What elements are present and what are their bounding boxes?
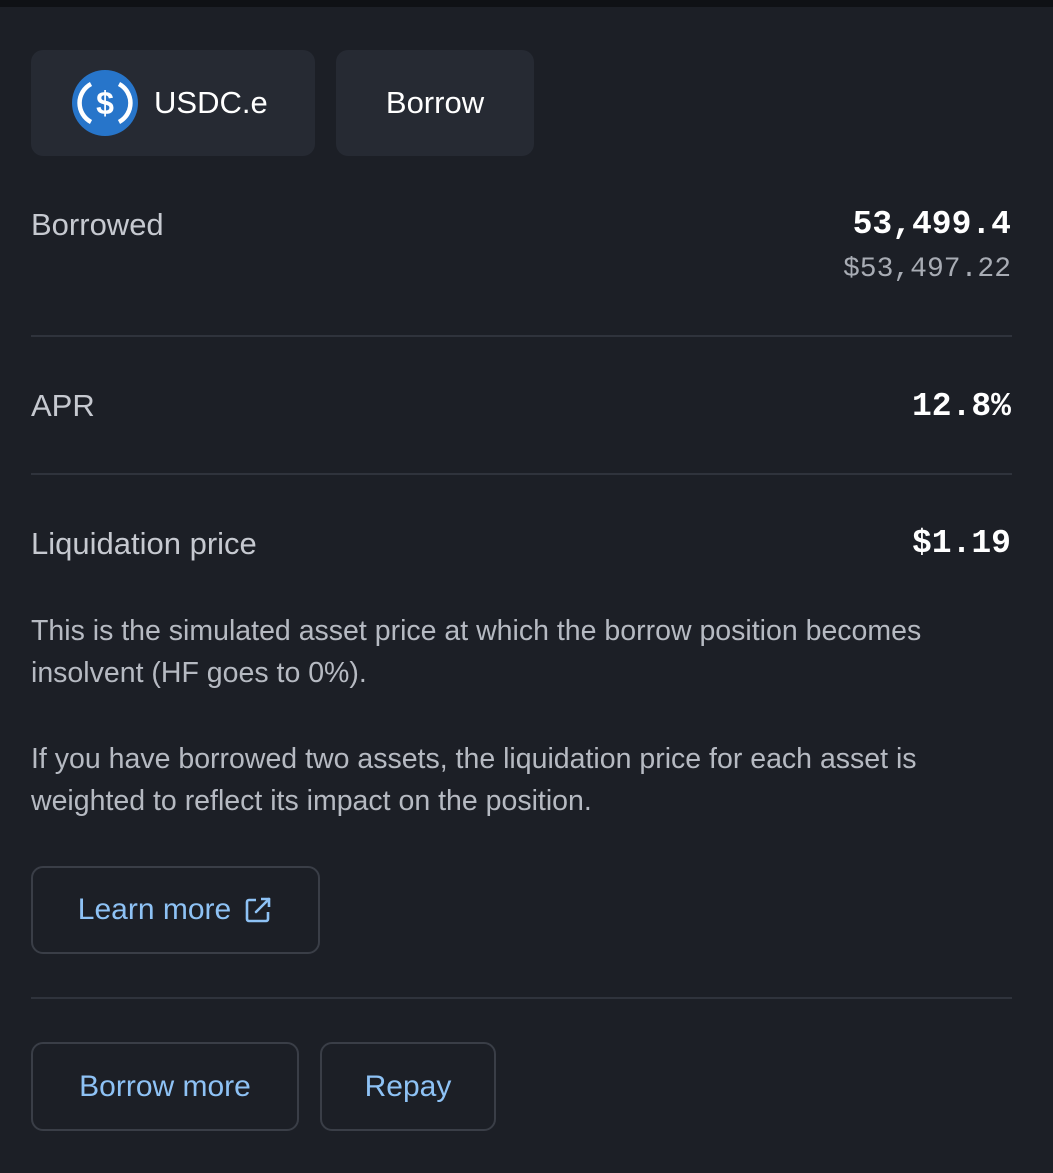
repay-button[interactable]: Repay — [320, 1042, 496, 1131]
action-chip[interactable]: Borrow — [336, 50, 534, 156]
asset-chip[interactable]: $ USDC.e — [31, 50, 315, 156]
liquidation-description-1: This is the simulated asset price at whi… — [31, 615, 922, 689]
repay-label: Repay — [364, 1069, 452, 1103]
borrow-more-button[interactable]: Borrow more — [31, 1042, 299, 1131]
learn-more-label: Learn more — [77, 893, 232, 926]
asset-name: USDC.e — [154, 85, 268, 120]
action-label: Borrow — [385, 85, 485, 120]
divider — [31, 335, 1012, 337]
divider — [31, 997, 1012, 999]
liquidation-price-value: $1.19 — [911, 525, 1011, 562]
top-edge-border — [0, 0, 1053, 7]
learn-more-button[interactable]: Learn more — [31, 866, 320, 954]
borrow-more-label: Borrow more — [79, 1069, 251, 1103]
usdc-coin-icon: $ — [72, 70, 138, 136]
divider — [31, 473, 1012, 475]
liquidation-price-label: Liquidation price — [31, 526, 257, 561]
apr-label: APR — [31, 388, 95, 423]
borrowed-amount: 53,499.4 — [852, 206, 1011, 243]
liquidation-description-2: If you have borrowed two assets, the liq… — [31, 743, 917, 817]
apr-value: 12.8% — [911, 388, 1011, 425]
borrowed-usd-value: $53,497.22 — [842, 254, 1011, 285]
svg-text:$: $ — [96, 85, 114, 121]
external-link-icon — [245, 897, 271, 923]
borrowed-label: Borrowed — [31, 207, 164, 242]
